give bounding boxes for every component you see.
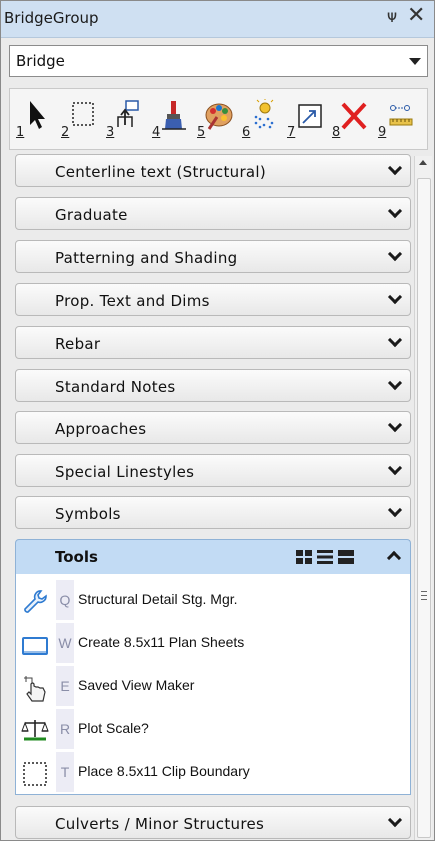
group-patterning[interactable]: Patterning and Shading — [15, 240, 411, 273]
sheet-icon — [22, 637, 48, 655]
chevron-down-icon — [387, 246, 403, 262]
chevron-down-icon — [387, 502, 403, 518]
tool-number: 6 — [242, 125, 251, 140]
tool-toolbar: 1 2 3 4 5 6 7 8 9 — [9, 88, 428, 150]
group-select-value: Bridge — [16, 52, 65, 70]
wrench-icon — [24, 590, 47, 613]
group-prop-text[interactable]: Prop. Text and Dims — [15, 283, 411, 316]
chevron-down-icon — [387, 289, 403, 305]
tool-number: 1 — [16, 125, 25, 140]
shortcut-key: R — [56, 709, 74, 749]
group-label: Prop. Text and Dims — [55, 292, 210, 310]
tools-list: Q Structural Detail Stg. Mgr. W Create 8… — [15, 574, 411, 795]
grid-view-icon[interactable] — [296, 550, 312, 564]
tool-button-7[interactable]: 7 — [285, 95, 323, 143]
palette-icon — [205, 103, 233, 130]
group-graduate[interactable]: Graduate — [15, 197, 411, 230]
tool-number: 4 — [152, 125, 161, 140]
dashed-selection-icon — [72, 102, 94, 126]
panel-title: BridgeGroup — [4, 9, 99, 27]
tool-button-4[interactable]: 4 — [150, 95, 188, 143]
group-label: Approaches — [55, 420, 147, 438]
chevron-down-icon — [387, 160, 403, 176]
shortcut-key: W — [56, 623, 74, 663]
chevron-down-icon — [387, 375, 403, 391]
group-tools-header[interactable]: Tools — [15, 539, 411, 574]
group-label: Culverts / Minor Structures — [55, 815, 265, 833]
list-view-icon[interactable] — [317, 550, 333, 564]
group-symbols[interactable]: Symbols — [15, 496, 411, 529]
panel-titlebar: BridgeGroup ᴪ ✕ — [1, 1, 434, 38]
chevron-down-icon — [387, 203, 403, 219]
tool-label: Structural Detail Stg. Mgr. — [78, 591, 238, 607]
delete-x-icon — [341, 102, 367, 130]
detail-view-icon[interactable] — [338, 550, 354, 564]
tool-number: 9 — [378, 125, 387, 140]
chevron-up-icon[interactable] — [386, 550, 402, 566]
group-label: Standard Notes — [55, 378, 176, 396]
scroll-thumb[interactable] — [417, 178, 431, 838]
tool-item-t[interactable]: T Place 8.5x11 Clip Boundary — [16, 752, 410, 792]
pin-icon[interactable]: ᴪ — [387, 7, 397, 27]
vertical-scrollbar[interactable] — [414, 156, 432, 840]
shortcut-key: Q — [56, 580, 74, 620]
tool-label: Saved View Maker — [78, 677, 195, 693]
group-label: Patterning and Shading — [55, 249, 238, 267]
tool-label: Place 8.5x11 Clip Boundary — [78, 763, 250, 779]
paint-brush-icon — [162, 101, 186, 130]
tool-button-9[interactable]: 9 — [376, 95, 414, 143]
tool-label: Plot Scale? — [78, 720, 149, 736]
tool-number: 7 — [287, 125, 296, 140]
group-label: Graduate — [55, 206, 128, 224]
tool-item-e[interactable]: E Saved View Maker — [16, 666, 410, 706]
chevron-down-icon — [387, 460, 403, 476]
dropdown-arrow-icon[interactable] — [409, 58, 421, 65]
group-centerline-text[interactable]: Centerline text (Structural) — [15, 154, 411, 187]
group-standard-notes[interactable]: Standard Notes — [15, 369, 411, 402]
tool-button-2[interactable]: 2 — [59, 95, 97, 143]
tool-number: 2 — [61, 125, 70, 140]
group-label: Special Linestyles — [55, 463, 195, 481]
shortcut-key: E — [56, 666, 74, 706]
bulb-dots-icon — [254, 99, 274, 129]
group-label: Tools — [55, 548, 98, 566]
scroll-up-icon[interactable] — [419, 160, 427, 165]
balance-scale-icon — [21, 720, 49, 741]
group-label: Centerline text (Structural) — [55, 163, 267, 181]
group-special-linestyles[interactable]: Special Linestyles — [15, 454, 411, 487]
tool-number: 3 — [106, 125, 115, 140]
group-select[interactable]: Bridge — [9, 45, 428, 77]
scale-frame-icon — [298, 104, 322, 128]
dashed-rect-icon — [23, 762, 47, 786]
tool-number: 8 — [332, 125, 341, 140]
measure-icon — [389, 105, 413, 126]
tool-button-1[interactable]: 1 — [14, 95, 52, 143]
group-approaches[interactable]: Approaches — [15, 411, 411, 444]
arrow-select-icon — [30, 101, 45, 129]
bridgegroup-panel: BridgeGroup ᴪ ✕ Bridge 1 2 3 4 5 6 7 8 9… — [0, 0, 435, 841]
shortcut-key: T — [56, 752, 74, 792]
group-label: Symbols — [55, 505, 121, 523]
tool-label: Create 8.5x11 Plan Sheets — [78, 634, 245, 650]
close-icon[interactable]: ✕ — [407, 4, 425, 28]
chevron-down-icon — [387, 812, 403, 828]
group-rebar[interactable]: Rebar — [15, 326, 411, 359]
chevron-down-icon — [387, 332, 403, 348]
tool-number: 5 — [197, 125, 206, 140]
tool-button-8[interactable]: 8 — [330, 95, 368, 143]
tool-button-5[interactable]: 5 — [195, 95, 233, 143]
tool-button-6[interactable]: 6 — [240, 95, 278, 143]
place-cell-icon — [117, 100, 139, 127]
chevron-down-icon — [387, 417, 403, 433]
hand-pointer-icon — [24, 676, 46, 702]
tool-item-q[interactable]: Q Structural Detail Stg. Mgr. — [16, 580, 410, 620]
group-culverts[interactable]: Culverts / Minor Structures — [15, 806, 411, 839]
tool-button-3[interactable]: 3 — [104, 95, 142, 143]
tool-item-r[interactable]: R Plot Scale? — [16, 709, 410, 749]
grip-icon — [421, 591, 427, 600]
tool-item-w[interactable]: W Create 8.5x11 Plan Sheets — [16, 623, 410, 663]
group-label: Rebar — [55, 335, 101, 353]
